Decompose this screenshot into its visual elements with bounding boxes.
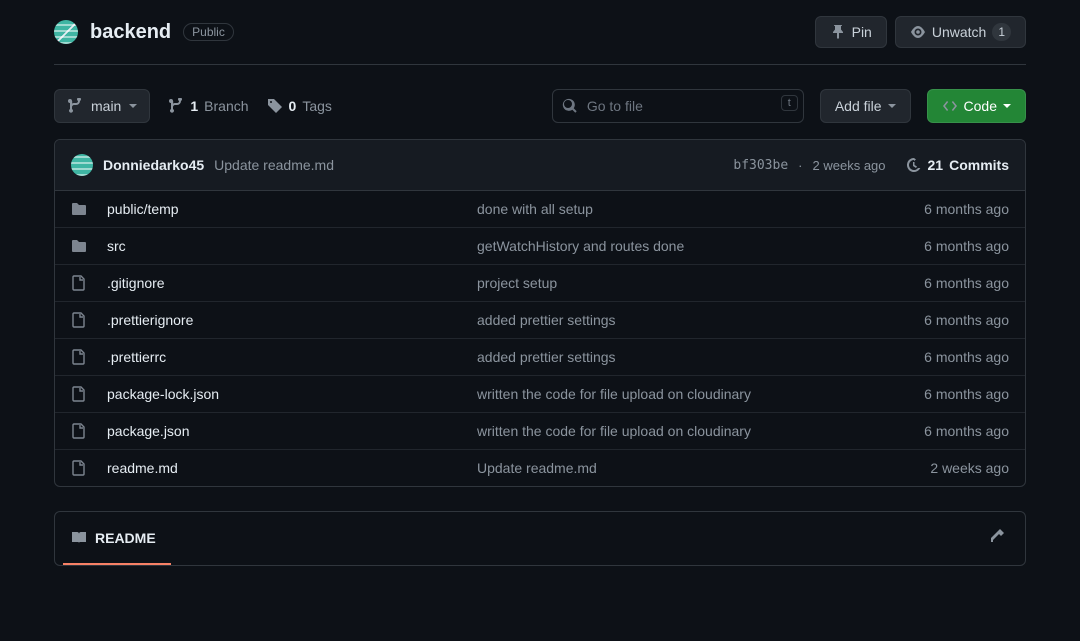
- branches-count: 1: [190, 98, 198, 114]
- file-icon: [71, 423, 93, 439]
- search-input[interactable]: [552, 89, 804, 123]
- file-commit-message[interactable]: done with all setup: [477, 201, 869, 217]
- add-file-label: Add file: [835, 98, 882, 114]
- search-kbd: t: [781, 95, 798, 111]
- file-name-link[interactable]: package-lock.json: [107, 386, 219, 402]
- file-name-link[interactable]: public/temp: [107, 201, 179, 217]
- tags-link[interactable]: 0 Tags: [267, 98, 332, 114]
- file-name-link[interactable]: .prettierrc: [107, 349, 166, 365]
- file-commit-message[interactable]: added prettier settings: [477, 312, 869, 328]
- pin-button[interactable]: Pin: [815, 16, 887, 48]
- commit-message[interactable]: Update readme.md: [214, 157, 334, 173]
- file-name-link[interactable]: package.json: [107, 423, 190, 439]
- tags-count: 0: [289, 98, 297, 114]
- search-icon: [562, 98, 578, 114]
- file-list-panel: Donniedarko45 Update readme.md bf303be ·…: [54, 139, 1026, 487]
- file-icon: [71, 460, 93, 476]
- chevron-down-icon: [129, 104, 137, 108]
- file-time: 6 months ago: [869, 423, 1009, 439]
- commit-author-avatar[interactable]: [71, 154, 93, 176]
- file-name-link[interactable]: src: [107, 238, 126, 254]
- visibility-badge: Public: [183, 23, 234, 41]
- owner-avatar[interactable]: [54, 20, 78, 44]
- repo-name[interactable]: backend: [90, 21, 171, 44]
- file-row: src getWatchHistory and routes done6 mont…: [55, 228, 1025, 265]
- pin-label: Pin: [852, 24, 872, 40]
- tags-label: Tags: [302, 98, 332, 114]
- file-commit-message[interactable]: project setup: [477, 275, 869, 291]
- branches-link[interactable]: 1 Branch: [168, 98, 248, 114]
- file-time: 2 weeks ago: [869, 460, 1009, 476]
- chevron-down-icon: [888, 104, 896, 108]
- file-row: .prettierignore added prettier settings6 …: [55, 302, 1025, 339]
- file-name-link[interactable]: readme.md: [107, 460, 178, 476]
- folder-icon: [71, 238, 93, 254]
- commits-link[interactable]: 21 Commits: [906, 157, 1009, 173]
- readme-label: README: [95, 530, 156, 546]
- readme-tab-underline: [63, 563, 171, 565]
- commit-author[interactable]: Donniedarko45: [103, 157, 204, 173]
- repo-header: backend Public Pin Unwatch 1: [54, 16, 1026, 65]
- unwatch-count: 1: [992, 23, 1011, 41]
- file-row: package.json written the code for file up…: [55, 413, 1025, 450]
- file-commit-message[interactable]: written the code for file upload on clou…: [477, 423, 869, 439]
- file-name-link[interactable]: .prettierignore: [107, 312, 193, 328]
- file-row: readme.md Update readme.md2 weeks ago: [55, 450, 1025, 486]
- file-time: 6 months ago: [869, 349, 1009, 365]
- readme-panel: README: [54, 511, 1026, 566]
- branch-selector[interactable]: main: [54, 89, 150, 123]
- add-file-button[interactable]: Add file: [820, 89, 911, 123]
- code-label: Code: [964, 98, 997, 114]
- branches-label: Branch: [204, 98, 248, 114]
- pin-icon: [830, 24, 846, 40]
- tag-icon: [267, 98, 283, 114]
- commits-count: 21: [928, 157, 944, 173]
- branch-icon: [67, 98, 83, 114]
- book-icon: [71, 530, 87, 546]
- file-icon: [71, 349, 93, 365]
- edit-readme-button[interactable]: [985, 524, 1009, 551]
- file-commit-message[interactable]: Update readme.md: [477, 460, 869, 476]
- code-button[interactable]: Code: [927, 89, 1026, 123]
- file-time: 6 months ago: [869, 275, 1009, 291]
- file-toolbar: main 1 Branch 0 Tags t Add file: [54, 89, 1026, 123]
- file-search[interactable]: t: [552, 89, 804, 123]
- branch-icon: [168, 98, 184, 114]
- commits-label: Commits: [949, 157, 1009, 173]
- pencil-icon: [989, 528, 1005, 544]
- file-row: .prettierrc added prettier settings6 mont…: [55, 339, 1025, 376]
- file-icon: [71, 312, 93, 328]
- file-row: .gitignore project setup6 months ago: [55, 265, 1025, 302]
- eye-icon: [910, 24, 926, 40]
- folder-icon: [71, 201, 93, 217]
- file-time: 6 months ago: [869, 386, 1009, 402]
- file-commit-message[interactable]: added prettier settings: [477, 349, 869, 365]
- file-commit-message[interactable]: written the code for file upload on clou…: [477, 386, 869, 402]
- file-name-link[interactable]: .gitignore: [107, 275, 165, 291]
- file-icon: [71, 275, 93, 291]
- file-time: 6 months ago: [869, 312, 1009, 328]
- file-row: package-lock.json written the code for fi…: [55, 376, 1025, 413]
- unwatch-label: Unwatch: [932, 24, 986, 40]
- code-icon: [942, 98, 958, 114]
- unwatch-button[interactable]: Unwatch 1: [895, 16, 1026, 48]
- branch-name: main: [91, 98, 121, 114]
- file-time: 6 months ago: [869, 201, 1009, 217]
- chevron-down-icon: [1003, 104, 1011, 108]
- file-icon: [71, 386, 93, 402]
- readme-tab[interactable]: README: [71, 530, 156, 546]
- latest-commit-bar: Donniedarko45 Update readme.md bf303be ·…: [55, 140, 1025, 191]
- file-time: 6 months ago: [869, 238, 1009, 254]
- commit-hash[interactable]: bf303be: [733, 158, 788, 173]
- commit-time: 2 weeks ago: [813, 158, 886, 173]
- file-row: public/temp done with all setup6 months a…: [55, 191, 1025, 228]
- history-icon: [906, 157, 922, 173]
- file-commit-message[interactable]: getWatchHistory and routes done: [477, 238, 869, 254]
